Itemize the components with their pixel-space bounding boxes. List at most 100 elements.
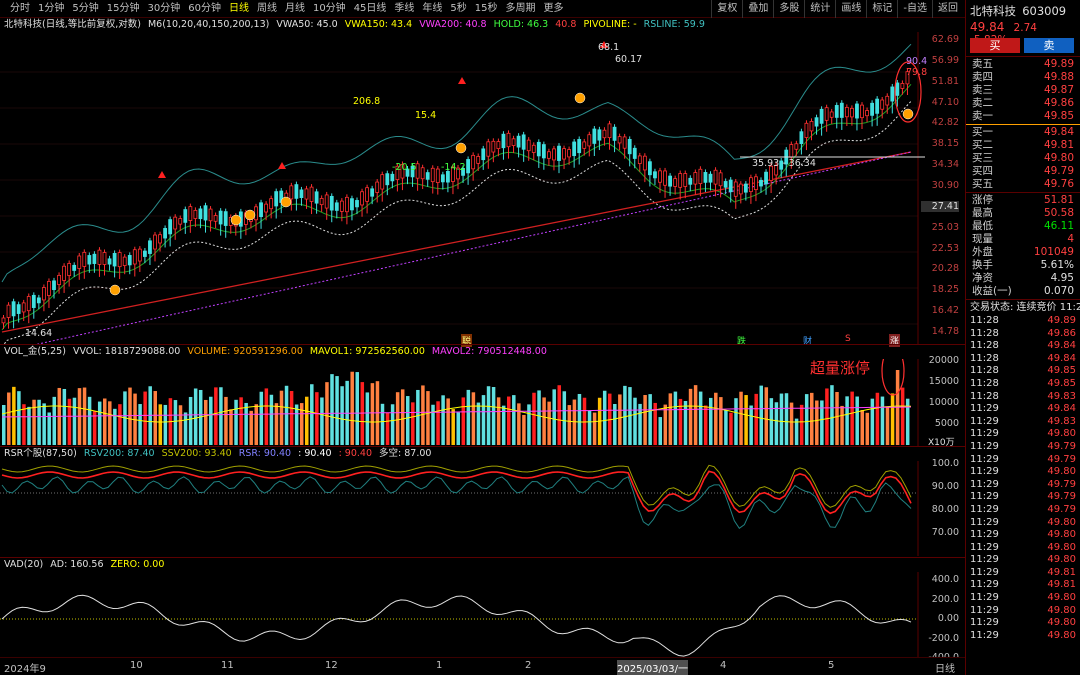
price-tick-label: 18.25 (931, 284, 959, 296)
tool-button[interactable]: 标记 (866, 0, 897, 18)
rsr-tick-label: 80.00 (931, 504, 959, 515)
period-tab[interactable]: 1分钟 (34, 0, 68, 18)
bid-row: 买五 49.76 (966, 178, 1080, 191)
period-tab[interactable]: 季线 (390, 0, 418, 18)
volume-bar (880, 396, 885, 445)
volume-bar (335, 376, 339, 445)
tick-time: 11:29 (970, 478, 999, 490)
volume-bar (244, 402, 248, 445)
candle-body (804, 122, 809, 138)
volume-bar (239, 397, 243, 445)
trade-status: 交易状态: 连续竞价 11:2 (970, 302, 1080, 313)
volume-bar (542, 397, 546, 445)
period-tab[interactable]: 分时 (6, 0, 34, 18)
candlestick-chart[interactable] (0, 32, 965, 344)
candle-body (142, 250, 147, 257)
marker-cai[interactable]: 财 (803, 334, 812, 347)
volume-bar (209, 396, 213, 445)
signal-marker (230, 214, 242, 226)
period-tab[interactable]: 多周期 (502, 0, 540, 18)
stat-row: 外盘 101049 (966, 246, 1080, 259)
period-tab[interactable]: 5分钟 (68, 0, 102, 18)
marker-zhang[interactable]: 涨 (889, 334, 901, 347)
hold-label: HOLD: 46.3 (493, 19, 549, 30)
marker-die[interactable]: 跌 (737, 334, 746, 347)
candle-body (87, 255, 92, 265)
sell-button[interactable]: 卖 (1024, 38, 1074, 53)
period-tab[interactable]: 周线 (253, 0, 281, 18)
period-tab[interactable]: 日线 (225, 0, 253, 18)
rsr-v2: : 90.40 (338, 448, 372, 459)
tick-row: 11:28 49.86 (966, 328, 1080, 341)
volume-bar (224, 396, 228, 445)
tick-time: 11:28 (970, 315, 999, 326)
volume-bar (698, 391, 703, 445)
period-tab[interactable]: 30分钟 (143, 0, 184, 18)
candle-body (577, 139, 582, 154)
stat-row-value: 51.81 (1043, 194, 1074, 206)
stat-row: 现量 4 (966, 233, 1080, 246)
tick-row: 11:29 49.83 (966, 416, 1080, 429)
tick-time: 11:29 (970, 466, 999, 478)
candle-body (491, 140, 496, 153)
price-tick-label: 20.28 (931, 263, 959, 275)
candle-body (496, 141, 501, 149)
candle-body (506, 132, 511, 148)
candle-body (607, 123, 612, 138)
period-tab[interactable]: 15分钟 (103, 0, 144, 18)
tick-price: 49.79 (1047, 503, 1076, 515)
volume-bar (900, 387, 905, 445)
candle-body (829, 111, 834, 118)
volume-bar (522, 414, 526, 445)
volume-bar (97, 401, 102, 445)
volume-bar (294, 404, 299, 445)
candle-body (839, 102, 844, 118)
period-tab[interactable]: 10分钟 (309, 0, 350, 18)
volume-bar (618, 394, 622, 445)
volume-indicator-strip: VOL_金(5,25) VVOL: 1818729088.00 VOLUME: … (0, 345, 551, 359)
rsr-chart[interactable] (0, 461, 965, 556)
time-axis: 2024年9 10 11 12 1 2 2025/03/03/一 4 5 日线 (0, 657, 965, 675)
candle-body (547, 151, 551, 159)
period-tab[interactable]: 年线 (418, 0, 446, 18)
tick-time: 11:29 (970, 541, 999, 553)
tick-time: 11:29 (970, 415, 999, 427)
candle-body (370, 188, 375, 197)
period-tab[interactable]: 15秒 (471, 0, 502, 18)
stat-row: 收益(一) 0.070 (966, 285, 1080, 298)
tool-button[interactable]: 多股 (773, 0, 804, 18)
tool-button[interactable]: 统计 (804, 0, 835, 18)
candle-body (536, 141, 541, 157)
tick-time: 11:29 (970, 629, 999, 641)
month-label: 12 (325, 660, 338, 671)
candle-body (62, 265, 66, 281)
candle-body (627, 138, 632, 155)
candle-body (445, 171, 450, 183)
period-tab[interactable]: 更多 (540, 0, 568, 18)
period-tab[interactable]: 45日线 (350, 0, 391, 18)
tool-button[interactable]: 叠加 (742, 0, 773, 18)
candle-body (648, 161, 652, 176)
candle-body (834, 105, 839, 118)
volume-bar (466, 389, 471, 445)
tick-row: 11:29 49.81 (966, 567, 1080, 580)
buy-button[interactable]: 买 (970, 38, 1020, 53)
period-tab[interactable]: 月线 (281, 0, 309, 18)
volume-bar (269, 394, 274, 445)
vad-chart[interactable] (0, 572, 965, 657)
volume-bar (431, 404, 435, 445)
tool-buttons: 复权 叠加 多股 统计 画线 标记 -自选 返回 (711, 0, 963, 18)
volume-bar (365, 392, 370, 445)
candle-body (324, 194, 329, 209)
period-tab[interactable]: 5秒 (446, 0, 470, 18)
marker-s[interactable]: S (845, 334, 851, 344)
candle-body (435, 168, 440, 183)
rsv200-line (1, 476, 912, 530)
candle-body (117, 252, 122, 268)
tool-button[interactable]: 画线 (835, 0, 866, 18)
tool-button[interactable]: 复权 (711, 0, 742, 18)
period-tab[interactable]: 60分钟 (184, 0, 225, 18)
tool-button[interactable]: 返回 (932, 0, 963, 18)
candle-body (334, 202, 339, 211)
tool-button[interactable]: -自选 (897, 0, 932, 18)
